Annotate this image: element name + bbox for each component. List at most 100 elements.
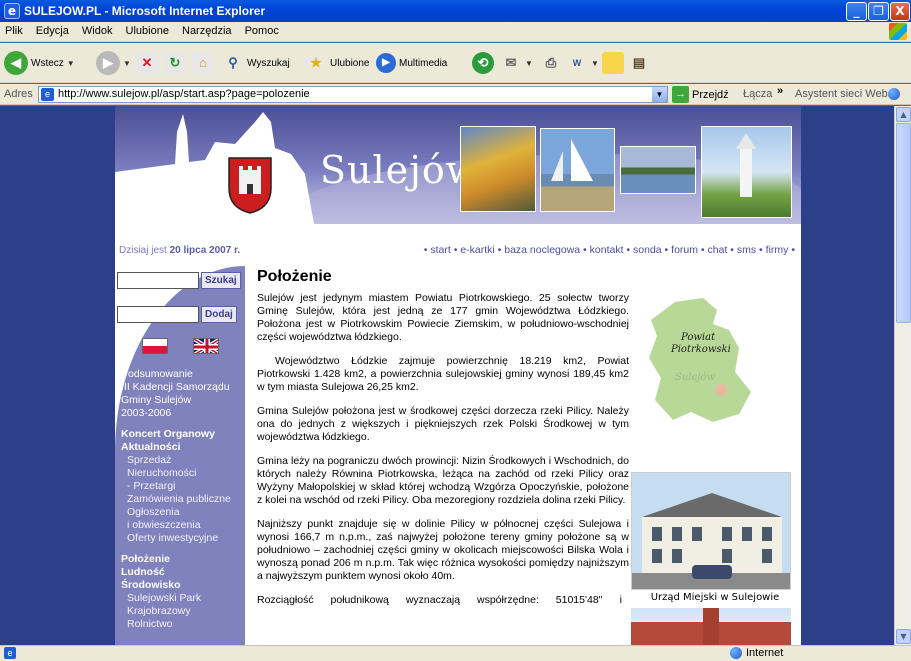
assistant-label[interactable]: Asystent sieci Web xyxy=(795,88,888,100)
scroll-thumb[interactable] xyxy=(896,123,911,323)
side-menu-item[interactable]: Zamówienia publiczne xyxy=(121,493,231,506)
paragraph: Rozciągłość południkową wyznaczają współ… xyxy=(257,594,622,606)
favorites-label: Ulubione xyxy=(330,57,370,69)
menu-tools[interactable]: Narzędzia xyxy=(177,22,237,40)
side-menu-item[interactable]: Położenie xyxy=(121,553,231,566)
add-form: Dodaj xyxy=(117,306,237,323)
search-button[interactable]: ⚲ Wyszukaj xyxy=(222,49,290,77)
nav-chat[interactable]: chat xyxy=(708,244,728,256)
autumn-church-photo xyxy=(460,126,536,212)
edit-dropdown-icon[interactable]: ▼ xyxy=(591,59,599,68)
back-label: Wstecz xyxy=(31,57,64,69)
maximize-button[interactable]: ❐ xyxy=(868,2,889,21)
nav-companies[interactable]: firmy xyxy=(766,244,789,256)
nav-poll[interactable]: sonda xyxy=(633,244,662,256)
print-icon[interactable]: ⎙ xyxy=(540,52,562,74)
side-menu-item[interactable]: Sulejowski Park xyxy=(121,592,231,605)
forward-dropdown-icon[interactable]: ▼ xyxy=(123,59,131,68)
history-icon[interactable]: ⟲ xyxy=(472,52,494,74)
back-button[interactable]: ◀ Wstecz ▼ xyxy=(4,49,75,77)
side-menu-item[interactable]: Aktualności xyxy=(121,441,231,454)
address-input[interactable]: e http://www.sulejow.pl/asp/start.asp?pa… xyxy=(38,86,668,103)
mail-icon[interactable]: ✉ xyxy=(500,52,522,74)
menu-edit[interactable]: Edycja xyxy=(31,22,74,40)
side-menu-item[interactable]: III Kadencji Samorządu xyxy=(121,381,231,394)
links-chevron-icon[interactable]: » xyxy=(777,85,783,97)
menu-view[interactable]: Widok xyxy=(77,22,118,40)
media-button[interactable]: ▶ Multimedia xyxy=(376,49,447,77)
nav-e-cards[interactable]: e-kartki xyxy=(460,244,494,256)
menu-favorites[interactable]: Ulubione xyxy=(121,22,174,40)
go-button[interactable]: → Przejdź xyxy=(672,86,729,103)
nav-forum[interactable]: forum xyxy=(671,244,698,256)
side-menu: Podsumowanie III Kadencji Samorządu Gminy … xyxy=(121,368,231,631)
window-title: SULEJOW.PL - Microsoft Internet Explorer xyxy=(24,4,266,18)
page-heading: Położenie xyxy=(257,268,332,285)
side-menu-item[interactable]: Krajobrazowy xyxy=(121,605,231,618)
links-label[interactable]: Łącza xyxy=(743,88,772,100)
side-menu-item[interactable]: Koncert Organowy xyxy=(121,428,231,441)
side-menu-item[interactable]: 2003-2006 xyxy=(121,407,231,420)
home-icon[interactable]: ⌂ xyxy=(192,52,214,74)
address-dropdown-icon[interactable]: ▼ xyxy=(652,87,667,102)
mail-dropdown-icon[interactable]: ▼ xyxy=(525,59,533,68)
assistant-icon[interactable] xyxy=(888,88,900,100)
status-bar: e Internet xyxy=(0,645,911,661)
side-menu-item[interactable]: - Przetargi xyxy=(121,480,231,493)
uk-flag-icon[interactable] xyxy=(193,338,219,354)
vertical-scrollbar[interactable]: ▲ ▼ xyxy=(894,106,911,645)
back-dropdown-icon[interactable]: ▼ xyxy=(67,59,75,68)
sailboats-photo xyxy=(540,128,615,212)
nav-accommodation[interactable]: baza noclegowa xyxy=(504,244,580,256)
scroll-down-icon[interactable]: ▼ xyxy=(896,629,911,644)
address-label: Adres xyxy=(4,88,33,100)
discuss-icon[interactable] xyxy=(602,52,624,74)
side-menu-item[interactable]: Gminy Sulejów xyxy=(121,394,231,407)
close-button[interactable]: X xyxy=(890,2,910,21)
river-town-photo xyxy=(620,146,696,194)
menu-help[interactable]: Pomoc xyxy=(240,22,284,40)
forward-arrow-icon: ▶ xyxy=(96,51,120,75)
ie-logo-icon: e xyxy=(4,3,20,19)
polish-flag-icon[interactable] xyxy=(142,338,168,354)
side-menu-item[interactable]: Rolnictwo xyxy=(121,618,231,631)
forward-button[interactable]: ▶ ▼ xyxy=(96,49,131,77)
side-menu-item[interactable]: Oferty inwestycyjne xyxy=(121,532,231,545)
add-input[interactable] xyxy=(117,306,199,323)
minimize-button[interactable]: _ xyxy=(846,2,867,21)
scroll-up-icon[interactable]: ▲ xyxy=(896,107,911,122)
site-search-button[interactable]: Szukaj xyxy=(201,272,241,289)
stop-icon[interactable]: ✕ xyxy=(136,52,158,74)
left-sidebar: Szukaj Dodaj Podsumowanie III Kadencji Sa… xyxy=(115,266,245,645)
add-button[interactable]: Dodaj xyxy=(201,306,237,323)
refresh-icon[interactable]: ↻ xyxy=(164,52,186,74)
address-url[interactable]: http://www.sulejow.pl/asp/start.asp?page… xyxy=(58,88,310,100)
menu-file[interactable]: Plik xyxy=(0,22,28,40)
media-label: Multimedia xyxy=(399,57,448,69)
paragraph: Województwo Łódzkie zajmuje powierzchnię… xyxy=(257,355,629,393)
site-header: Sulejów Dzisiaj jest 20 lipca 2007 r. • … xyxy=(115,106,801,266)
map-label-town: Sulejów xyxy=(675,372,716,383)
nav-contact[interactable]: kontakt xyxy=(590,244,624,256)
star-icon: ★ xyxy=(310,55,322,70)
security-zone: Internet xyxy=(730,647,783,659)
go-label: Przejdź xyxy=(692,88,729,101)
search-label: Wyszukaj xyxy=(247,57,290,69)
side-menu-item[interactable]: Podsumowanie xyxy=(121,368,231,381)
side-menu-item[interactable]: i obwieszczenia xyxy=(121,519,231,532)
chapel-photo xyxy=(701,126,792,218)
nav-start[interactable]: start xyxy=(430,244,450,256)
second-building-photo xyxy=(631,608,791,645)
side-menu-item[interactable]: Środowisko xyxy=(121,579,231,592)
side-menu-item[interactable]: Ludność xyxy=(121,566,231,579)
browser-viewport: Sulejów Dzisiaj jest 20 lipca 2007 r. • … xyxy=(0,106,911,645)
research-icon[interactable]: ▤ xyxy=(628,52,650,74)
edit-icon[interactable]: W xyxy=(566,52,588,74)
side-menu-item[interactable]: Nieruchomości xyxy=(121,467,231,480)
favorites-button[interactable]: ★ Ulubione xyxy=(305,49,369,77)
site-search-input[interactable] xyxy=(117,272,199,289)
county-map-icon xyxy=(649,298,751,422)
side-menu-item[interactable]: Sprzedaż xyxy=(121,454,231,467)
nav-sms[interactable]: sms xyxy=(737,244,756,256)
side-menu-item[interactable]: Ogłoszenia xyxy=(121,506,231,519)
